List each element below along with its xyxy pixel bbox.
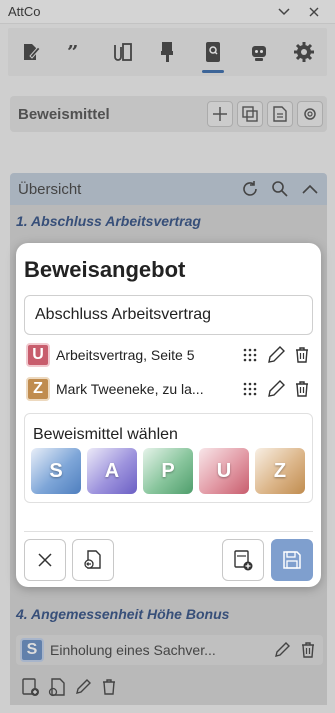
topic-field[interactable]: Abschluss Arbeitsvertrag <box>24 295 313 335</box>
evidence-type-p[interactable]: P <box>143 448 193 494</box>
link-document-icon <box>84 550 101 569</box>
evidence-type-z[interactable]: Z <box>255 448 305 494</box>
cancel-button[interactable] <box>24 539 66 581</box>
badge-u: U <box>26 343 50 367</box>
dialog-divider <box>24 531 313 532</box>
evidence-text: Mark Tweeneke, zu la... <box>56 381 204 397</box>
pencil-icon[interactable] <box>265 344 287 366</box>
link-evidence-button[interactable] <box>72 539 114 581</box>
add-document-icon <box>234 550 253 571</box>
chooser-label: Beweismittel wählen <box>33 426 178 443</box>
evidence-type-a[interactable]: A <box>87 448 137 494</box>
evidence-type-tiles: S A P U Z <box>31 448 305 494</box>
evidence-row[interactable]: Z Mark Tweeneke, zu la... <box>26 376 313 402</box>
trash-icon[interactable] <box>291 344 313 366</box>
pencil-icon[interactable] <box>265 378 287 400</box>
evidence-row[interactable]: U Arbeitsvertrag, Seite 5 <box>26 342 313 368</box>
save-icon <box>283 551 301 569</box>
add-document-button[interactable] <box>222 539 264 581</box>
drag-handle-icon[interactable] <box>239 378 261 400</box>
evidence-text: Arbeitsvertrag, Seite 5 <box>56 347 195 363</box>
close-icon <box>38 553 52 567</box>
drag-handle-icon[interactable] <box>239 344 261 366</box>
badge-z: Z <box>26 377 50 401</box>
save-button[interactable] <box>271 539 313 581</box>
evidence-type-chooser: Beweismittel wählen S A P U Z <box>24 413 313 503</box>
trash-icon[interactable] <box>291 378 313 400</box>
beweisangebot-dialog: Beweisangebot Abschluss Arbeitsvertrag U… <box>16 243 321 587</box>
evidence-type-u[interactable]: U <box>199 448 249 494</box>
dialog-title: Beweisangebot <box>24 257 186 282</box>
evidence-type-s[interactable]: S <box>31 448 81 494</box>
